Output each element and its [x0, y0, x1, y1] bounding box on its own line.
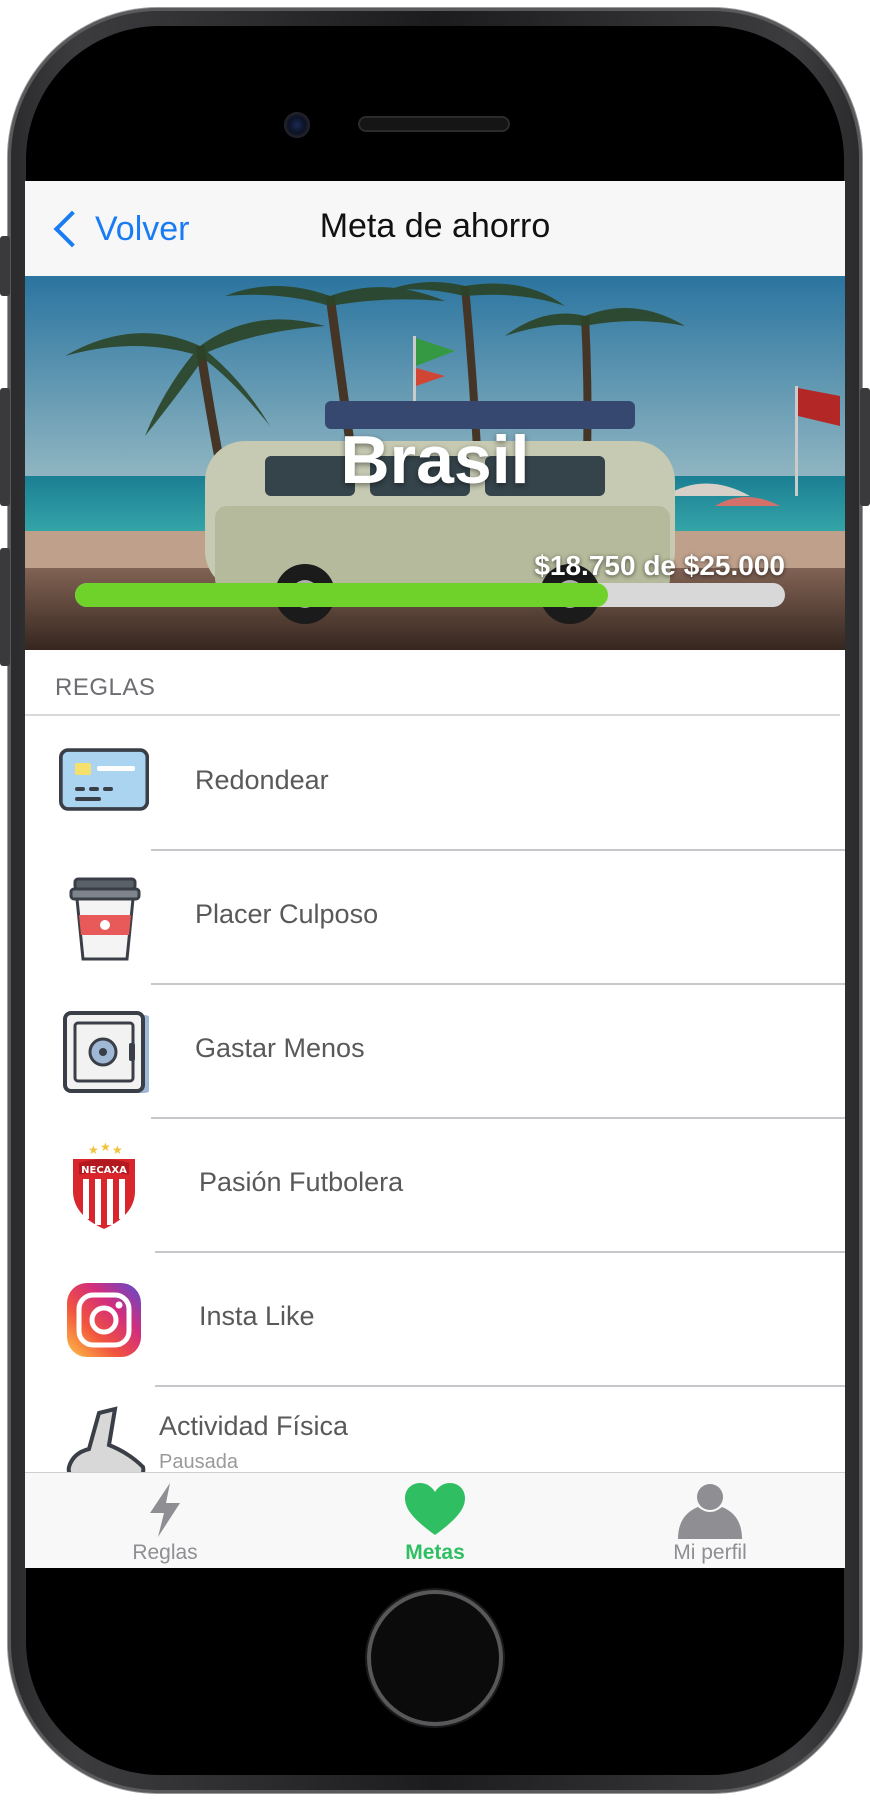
credit-card-icon [59, 748, 149, 811]
svg-text:★: ★ [112, 1143, 123, 1157]
home-button[interactable] [367, 1590, 503, 1726]
goal-amount: $18.750 de $25.000 [534, 550, 785, 581]
rule-item-insta-like[interactable]: Insta Like [25, 1253, 845, 1387]
svg-text:★: ★ [88, 1143, 99, 1157]
volume-down-button [0, 548, 10, 666]
power-button [860, 388, 870, 506]
rule-item-pasion-futbolera[interactable]: ★ ★ ★ NECAXA Pasión Futbolera [25, 1119, 845, 1253]
rule-status: Pausada [159, 1451, 238, 1473]
rule-label: Insta Like [199, 1301, 315, 1331]
goal-hero-image: Brasil $18.750 de $25.000 [25, 276, 845, 650]
navigation-bar: Volver Meta de ahorro [25, 181, 845, 276]
rule-label: Gastar Menos [195, 1033, 365, 1063]
coffee-cup-icon [69, 877, 141, 961]
svg-text:NECAXA: NECAXA [81, 1165, 127, 1176]
rule-label: Placer Culposo [195, 899, 379, 929]
rule-item-placer-culposo[interactable]: Placer Culposo [25, 851, 845, 985]
rule-item-redondear[interactable]: Redondear [25, 717, 845, 851]
goal-name: Brasil [340, 422, 530, 498]
necaxa-crest-icon: ★ ★ ★ NECAXA [73, 1141, 135, 1229]
section-divider [25, 714, 840, 716]
safe-icon [63, 1011, 149, 1093]
tab-label: Reglas [132, 1541, 198, 1564]
tab-label: Metas [405, 1541, 465, 1564]
goal-progress-bar [75, 583, 785, 607]
front-camera [284, 112, 310, 138]
earpiece-speaker [358, 116, 510, 132]
section-header-reglas: REGLAS [55, 674, 156, 701]
app-screen: Volver Meta de ahorro Brasil $18.750 de … [25, 181, 845, 1568]
tab-reglas[interactable]: Reglas [65, 1473, 265, 1568]
instagram-icon [67, 1283, 141, 1357]
mute-switch [0, 236, 10, 296]
heart-icon [405, 1483, 465, 1535]
rule-label: Actividad Física [159, 1411, 349, 1441]
volume-up-button [0, 388, 10, 506]
lightning-icon [150, 1483, 180, 1537]
tab-label: Mi perfil [673, 1541, 747, 1564]
tab-metas[interactable]: Metas [335, 1473, 535, 1568]
rule-item-gastar-menos[interactable]: Gastar Menos [25, 985, 845, 1119]
rule-label: Redondear [195, 765, 329, 795]
tab-mi-perfil[interactable]: Mi perfil [610, 1473, 810, 1568]
tab-bar: Reglas Metas Mi perfil [25, 1472, 845, 1568]
rule-label: Pasión Futbolera [199, 1167, 404, 1197]
page-title: Meta de ahorro [319, 207, 551, 245]
goal-progress-fill [75, 583, 608, 607]
svg-text:★: ★ [100, 1141, 111, 1154]
person-icon [678, 1484, 742, 1539]
